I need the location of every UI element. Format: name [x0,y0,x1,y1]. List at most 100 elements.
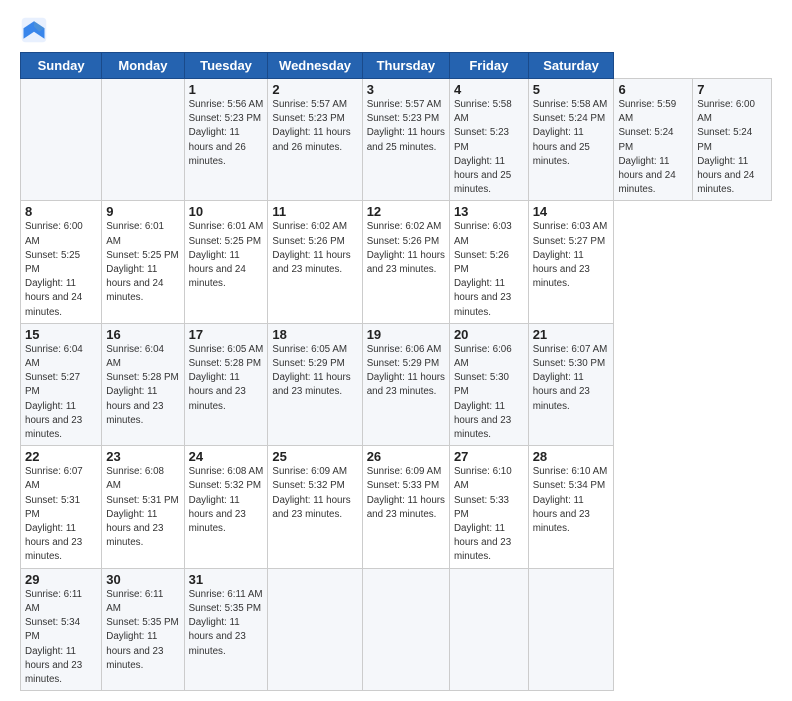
day-info: Sunrise: 6:11 AMSunset: 5:35 PMDaylight:… [106,589,178,671]
day-info: Sunrise: 6:00 AMSunset: 5:25 PMDaylight:… [25,221,83,317]
day-number: 5 [533,82,610,97]
calendar-cell: 20 Sunrise: 6:06 AMSunset: 5:30 PMDaylig… [449,323,528,445]
logo-icon [20,16,48,44]
day-number: 20 [454,327,524,342]
day-info: Sunrise: 6:01 AMSunset: 5:25 PMDaylight:… [106,221,178,303]
calendar-cell: 5 Sunrise: 5:58 AMSunset: 5:24 PMDayligh… [528,79,614,201]
calendar-cell: 3 Sunrise: 5:57 AMSunset: 5:23 PMDayligh… [362,79,449,201]
day-info: Sunrise: 6:07 AMSunset: 5:30 PMDaylight:… [533,344,608,412]
calendar-cell: 10 Sunrise: 6:01 AMSunset: 5:25 PMDaylig… [184,201,268,323]
page-container: SundayMondayTuesdayWednesdayThursdayFrid… [0,0,792,701]
weekday-header: Monday [102,53,184,79]
day-number: 9 [106,204,179,219]
day-number: 27 [454,449,524,464]
day-number: 14 [533,204,610,219]
day-number: 25 [272,449,357,464]
day-number: 31 [189,572,264,587]
calendar-cell: 12 Sunrise: 6:02 AMSunset: 5:26 PMDaylig… [362,201,449,323]
calendar-cell [268,568,362,690]
day-info: Sunrise: 6:05 AMSunset: 5:29 PMDaylight:… [272,344,350,398]
day-number: 3 [367,82,445,97]
day-number: 24 [189,449,264,464]
day-info: Sunrise: 5:59 AMSunset: 5:24 PMDaylight:… [618,99,676,195]
day-info: Sunrise: 6:02 AMSunset: 5:26 PMDaylight:… [272,221,350,275]
day-info: Sunrise: 5:58 AMSunset: 5:24 PMDaylight:… [533,99,608,167]
calendar-cell: 23 Sunrise: 6:08 AMSunset: 5:31 PMDaylig… [102,446,184,568]
day-number: 2 [272,82,357,97]
calendar-cell: 7 Sunrise: 6:00 AMSunset: 5:24 PMDayligh… [693,79,772,201]
day-number: 7 [697,82,767,97]
day-info: Sunrise: 5:58 AMSunset: 5:23 PMDaylight:… [454,99,512,195]
calendar-cell: 1 Sunrise: 5:56 AMSunset: 5:23 PMDayligh… [184,79,268,201]
day-number: 12 [367,204,445,219]
calendar-cell: 11 Sunrise: 6:02 AMSunset: 5:26 PMDaylig… [268,201,362,323]
day-info: Sunrise: 6:11 AMSunset: 5:35 PMDaylight:… [189,589,263,657]
calendar-cell: 31 Sunrise: 6:11 AMSunset: 5:35 PMDaylig… [184,568,268,690]
day-info: Sunrise: 6:00 AMSunset: 5:24 PMDaylight:… [697,99,755,195]
day-info: Sunrise: 6:04 AMSunset: 5:27 PMDaylight:… [25,344,83,440]
weekday-header: Thursday [362,53,449,79]
calendar-cell: 24 Sunrise: 6:08 AMSunset: 5:32 PMDaylig… [184,446,268,568]
day-number: 29 [25,572,97,587]
calendar-cell: 6 Sunrise: 5:59 AMSunset: 5:24 PMDayligh… [614,79,693,201]
day-number: 11 [272,204,357,219]
calendar-cell: 14 Sunrise: 6:03 AMSunset: 5:27 PMDaylig… [528,201,614,323]
day-number: 4 [454,82,524,97]
calendar-cell: 19 Sunrise: 6:06 AMSunset: 5:29 PMDaylig… [362,323,449,445]
calendar-table: SundayMondayTuesdayWednesdayThursdayFrid… [20,52,772,691]
calendar-cell: 15 Sunrise: 6:04 AMSunset: 5:27 PMDaylig… [21,323,102,445]
day-number: 13 [454,204,524,219]
day-info: Sunrise: 6:09 AMSunset: 5:33 PMDaylight:… [367,466,445,520]
calendar-cell: 2 Sunrise: 5:57 AMSunset: 5:23 PMDayligh… [268,79,362,201]
day-number: 18 [272,327,357,342]
calendar-cell [528,568,614,690]
calendar-cell: 18 Sunrise: 6:05 AMSunset: 5:29 PMDaylig… [268,323,362,445]
day-number: 23 [106,449,179,464]
calendar-cell: 26 Sunrise: 6:09 AMSunset: 5:33 PMDaylig… [362,446,449,568]
day-info: Sunrise: 6:11 AMSunset: 5:34 PMDaylight:… [25,589,82,685]
day-info: Sunrise: 6:06 AMSunset: 5:30 PMDaylight:… [454,344,512,440]
day-number: 8 [25,204,97,219]
day-info: Sunrise: 6:02 AMSunset: 5:26 PMDaylight:… [367,221,445,275]
day-number: 30 [106,572,179,587]
day-info: Sunrise: 6:01 AMSunset: 5:25 PMDaylight:… [189,221,264,289]
day-info: Sunrise: 6:05 AMSunset: 5:28 PMDaylight:… [189,344,264,412]
day-number: 17 [189,327,264,342]
day-number: 6 [618,82,688,97]
day-number: 22 [25,449,97,464]
day-info: Sunrise: 5:57 AMSunset: 5:23 PMDaylight:… [272,99,350,153]
calendar-cell: 30 Sunrise: 6:11 AMSunset: 5:35 PMDaylig… [102,568,184,690]
calendar-cell: 28 Sunrise: 6:10 AMSunset: 5:34 PMDaylig… [528,446,614,568]
calendar-cell [449,568,528,690]
day-info: Sunrise: 6:09 AMSunset: 5:32 PMDaylight:… [272,466,350,520]
day-number: 19 [367,327,445,342]
weekday-header: Friday [449,53,528,79]
weekday-header: Sunday [21,53,102,79]
day-number: 16 [106,327,179,342]
day-info: Sunrise: 6:03 AMSunset: 5:27 PMDaylight:… [533,221,608,289]
weekday-header: Wednesday [268,53,362,79]
calendar-cell: 9 Sunrise: 6:01 AMSunset: 5:25 PMDayligh… [102,201,184,323]
day-number: 28 [533,449,610,464]
calendar-cell: 29 Sunrise: 6:11 AMSunset: 5:34 PMDaylig… [21,568,102,690]
header [20,16,772,44]
weekday-header: Tuesday [184,53,268,79]
weekday-header: Saturday [528,53,614,79]
day-info: Sunrise: 6:10 AMSunset: 5:34 PMDaylight:… [533,466,608,534]
calendar-cell: 4 Sunrise: 5:58 AMSunset: 5:23 PMDayligh… [449,79,528,201]
day-info: Sunrise: 6:06 AMSunset: 5:29 PMDaylight:… [367,344,445,398]
calendar-cell: 22 Sunrise: 6:07 AMSunset: 5:31 PMDaylig… [21,446,102,568]
day-info: Sunrise: 6:03 AMSunset: 5:26 PMDaylight:… [454,221,512,317]
day-number: 1 [189,82,264,97]
calendar-cell: 17 Sunrise: 6:05 AMSunset: 5:28 PMDaylig… [184,323,268,445]
calendar-cell: 16 Sunrise: 6:04 AMSunset: 5:28 PMDaylig… [102,323,184,445]
calendar-cell: 8 Sunrise: 6:00 AMSunset: 5:25 PMDayligh… [21,201,102,323]
empty-cell [102,79,184,201]
day-number: 21 [533,327,610,342]
day-info: Sunrise: 6:07 AMSunset: 5:31 PMDaylight:… [25,466,83,562]
day-number: 15 [25,327,97,342]
day-info: Sunrise: 5:56 AMSunset: 5:23 PMDaylight:… [189,99,264,167]
day-number: 26 [367,449,445,464]
day-info: Sunrise: 6:04 AMSunset: 5:28 PMDaylight:… [106,344,178,426]
calendar-cell [362,568,449,690]
